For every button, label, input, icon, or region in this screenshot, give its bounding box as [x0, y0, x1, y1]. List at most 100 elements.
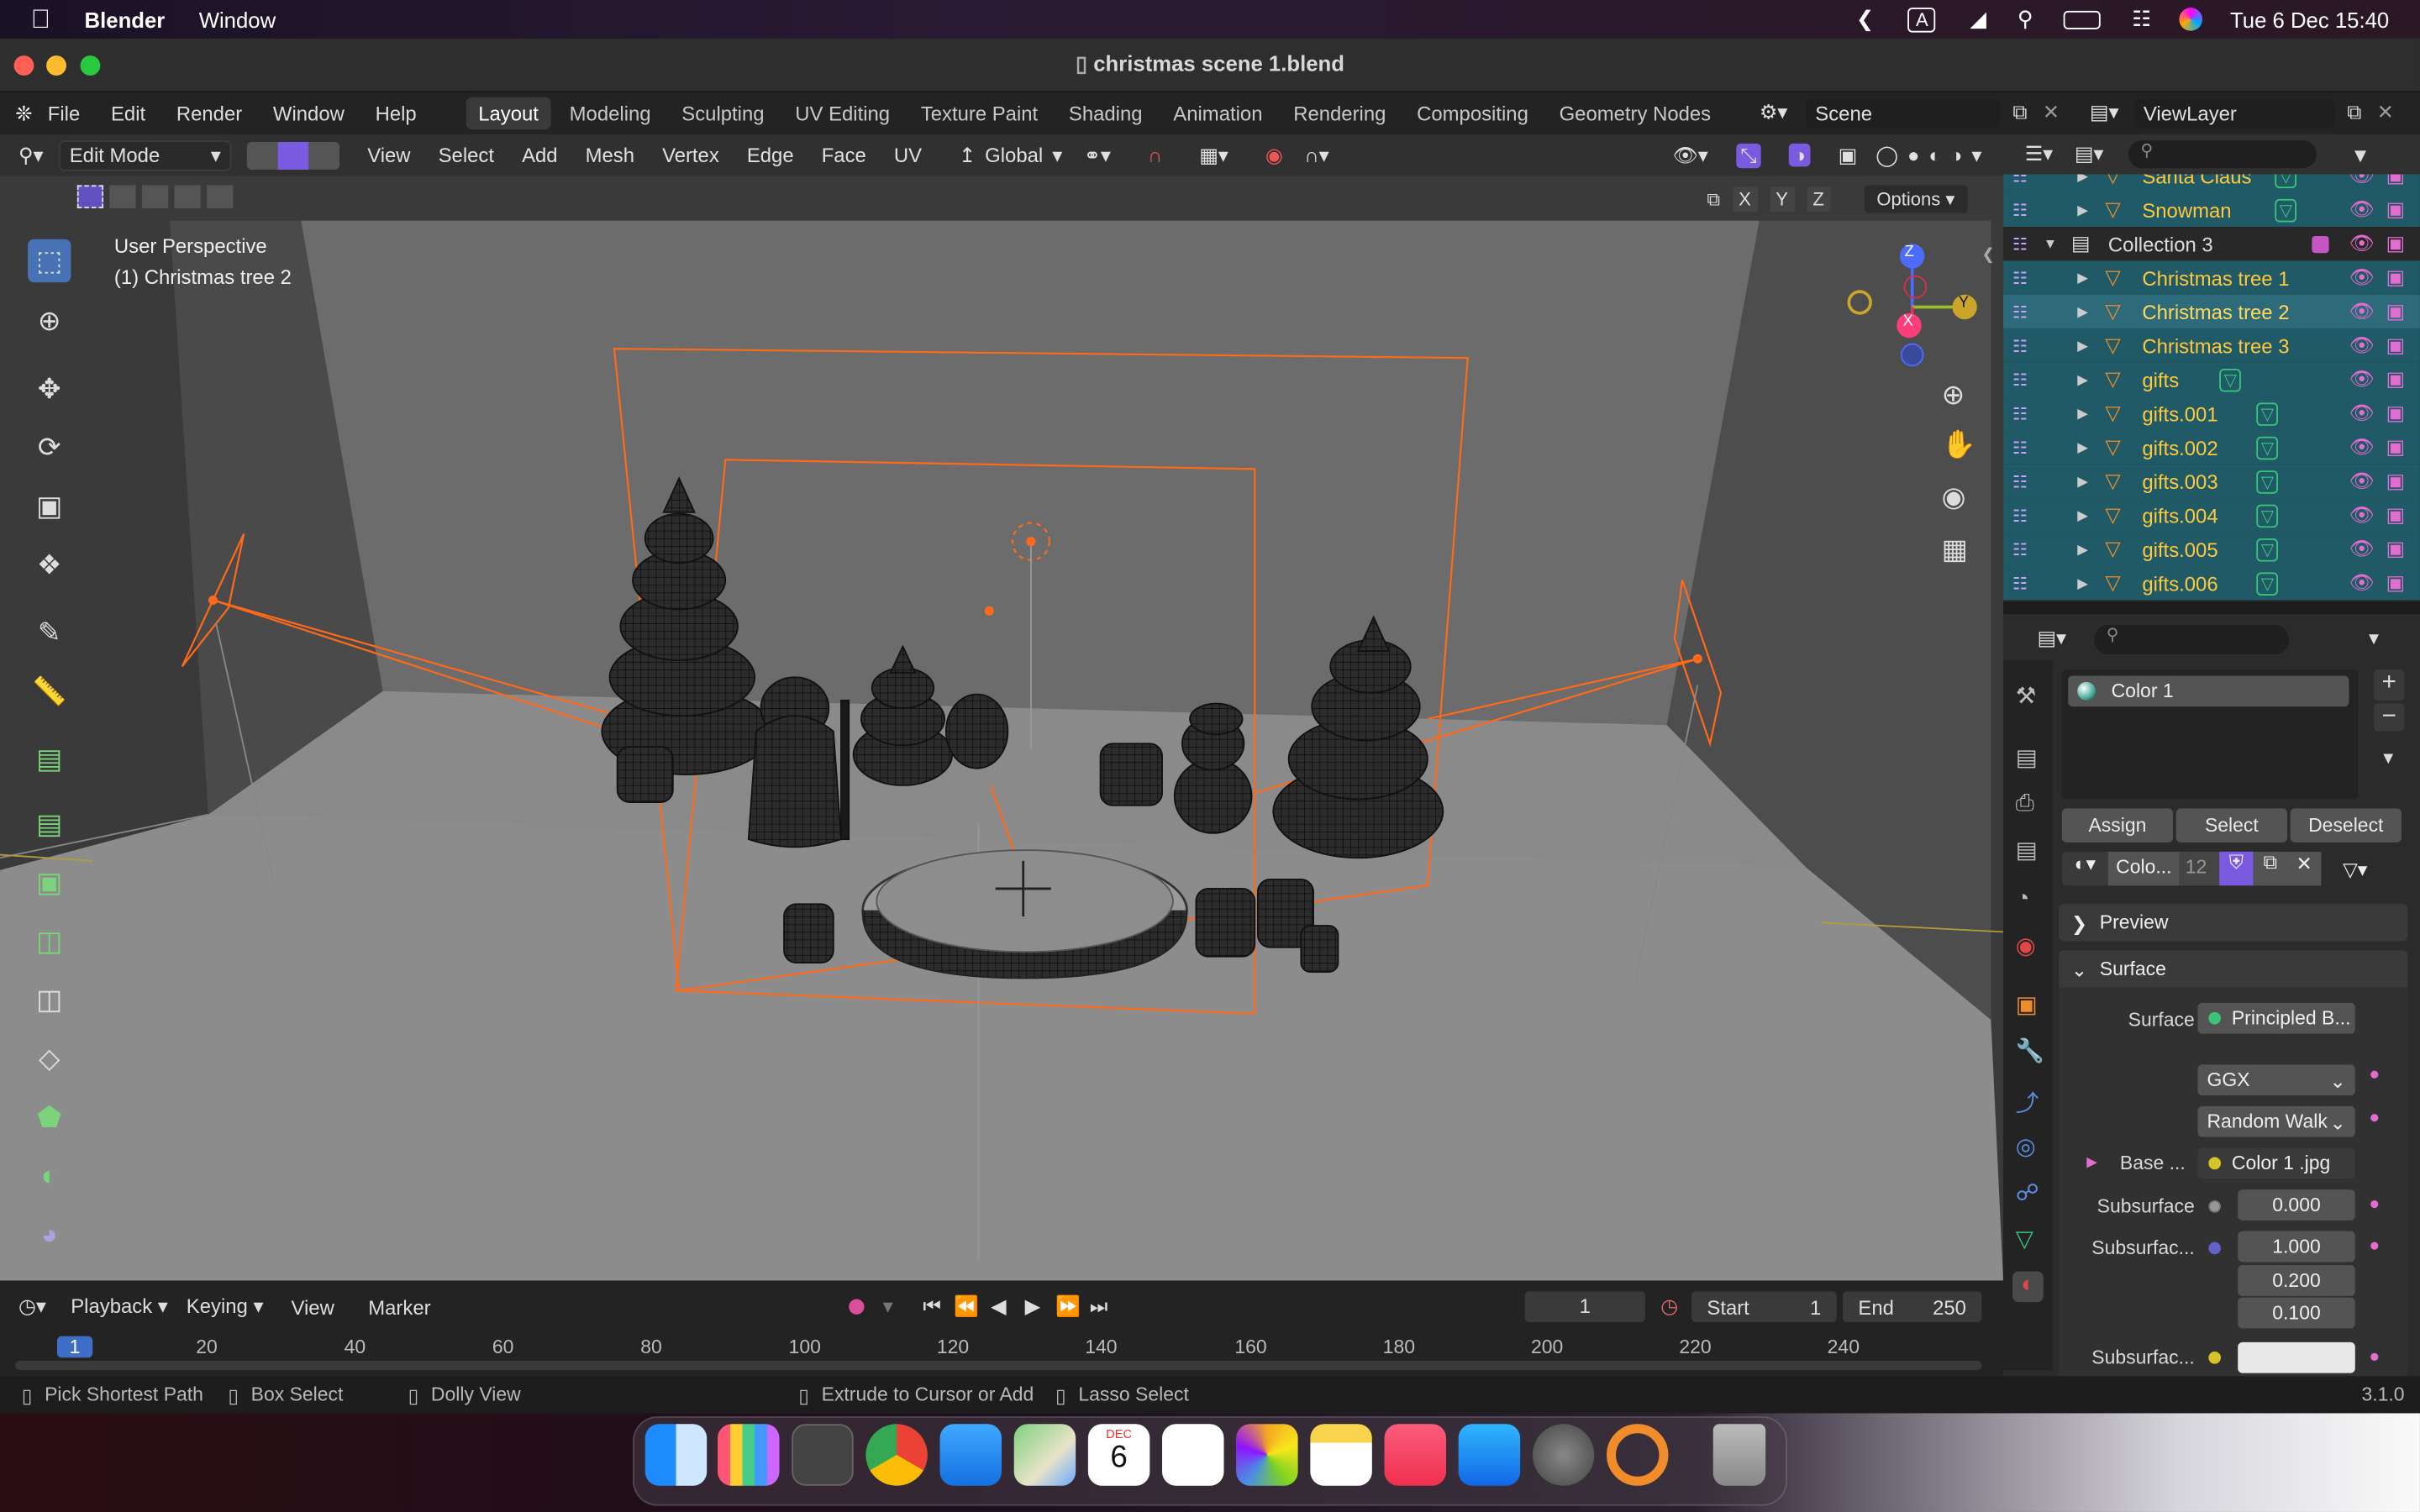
keyframe-dot-icon[interactable]: [2370, 1200, 2379, 1209]
scale-tool-icon[interactable]: ▣: [28, 485, 71, 528]
preview-range-icon[interactable]: ◷: [1660, 1294, 1678, 1319]
rotate-tool-icon[interactable]: ⟳: [28, 426, 71, 469]
filter-icon[interactable]: ▼: [2350, 143, 2370, 166]
outliner-row[interactable]: ☷ ▶ ▽ gifts.001 ▽ 👁 ▣: [2003, 396, 2420, 431]
outliner-row[interactable]: ☷ ▶ ▽ gifts.002 ▽ 👁 ▣: [2003, 430, 2420, 465]
app-menu-blender[interactable]: Blender: [85, 7, 166, 31]
toggle-ortho-icon[interactable]: ▦: [1942, 533, 1968, 566]
visibility-eye-icon[interactable]: 👁: [2349, 435, 2374, 459]
mode-dropdown[interactable]: Edit Mode ▾: [58, 139, 232, 171]
render-camera-icon[interactable]: ▣: [2386, 333, 2406, 358]
material-name-field[interactable]: Colo...: [2107, 851, 2180, 886]
outliner-row-label[interactable]: Collection 3: [2108, 232, 2213, 255]
transform-tool-icon[interactable]: ❖: [28, 543, 71, 586]
display-mode-icon[interactable]: ▤▾: [2075, 142, 2104, 166]
zoom-icon[interactable]: ⊕: [1942, 380, 1965, 412]
launchpad-icon[interactable]: [718, 1424, 780, 1486]
tool-tab-icon[interactable]: ⚒: [2016, 682, 2037, 710]
outliner-row[interactable]: ☷ ▶ ▽ gifts.006 ▽ 👁 ▣: [2003, 566, 2420, 601]
visibility-icon[interactable]: 👁▾: [1672, 143, 1707, 167]
keyframe-dot-icon[interactable]: [2370, 1070, 2379, 1079]
viewlayer-selector[interactable]: ▤▾ ViewLayer ⧉ ✕: [2090, 96, 2414, 129]
jump-keyframe-forward-icon[interactable]: ⏩: [1055, 1294, 1081, 1319]
material-datablock[interactable]: ◐▾ Colo... 12 ⛨ ⧉ ✕ ▽▾: [2061, 851, 2417, 886]
photos-icon[interactable]: [1236, 1424, 1298, 1486]
render-camera-icon[interactable]: ▣: [2386, 197, 2406, 222]
outliner-row[interactable]: ☷ ▶ ▽ gifts ▽ 👁 ▣: [2003, 362, 2420, 397]
render-camera-icon[interactable]: ▣: [2386, 503, 2406, 528]
snap-icon[interactable]: ∩: [1148, 144, 1162, 167]
select-intersect-icon[interactable]: [207, 185, 234, 208]
wireframe-shading-icon[interactable]: ◯: [1876, 143, 1898, 167]
menu-vertex[interactable]: Vertex: [662, 144, 719, 167]
pan-hand-icon[interactable]: ✋: [1942, 429, 1976, 462]
duplicate-material-icon[interactable]: ⧉: [2253, 851, 2287, 886]
mesh-data-icon[interactable]: ▽: [2219, 368, 2242, 391]
music-icon[interactable]: [1384, 1424, 1446, 1486]
blender-dock-icon[interactable]: [1607, 1424, 1669, 1486]
expand-arrow-icon[interactable]: ▶: [2077, 303, 2088, 320]
start-frame-field[interactable]: Start 1: [1691, 1291, 1837, 1323]
material-shading-icon[interactable]: ◐: [1928, 144, 1940, 167]
outliner-search-input[interactable]: ⚲: [2128, 140, 2317, 169]
outliner-editor-icon[interactable]: ☰▾: [2025, 142, 2053, 166]
outliner-row-label[interactable]: Christmas tree 2: [2142, 300, 2289, 323]
notes-icon[interactable]: [1310, 1424, 1372, 1486]
select-box-tool-icon[interactable]: ⬚: [28, 239, 71, 283]
options-dropdown[interactable]: Options ▾: [1864, 185, 1968, 213]
mesh-data-icon[interactable]: ▽: [2256, 538, 2279, 561]
remove-slot-button[interactable]: −: [2373, 703, 2405, 732]
timeline-ruler[interactable]: 1 20 40 60 80 100 120 140 160 180 200 220 240: [0, 1333, 2003, 1361]
control-center-icon[interactable]: ☷: [2132, 6, 2151, 32]
proportional-edit-icon[interactable]: ◉: [1265, 143, 1283, 167]
unlink-material-icon[interactable]: ✕: [2286, 851, 2322, 886]
expand-arrow-icon[interactable]: ▶: [2077, 405, 2088, 422]
pivot-icon[interactable]: ⚭▾: [1084, 143, 1111, 167]
visibility-eye-icon[interactable]: 👁: [2349, 469, 2374, 493]
distribution-dropdown[interactable]: GGX ⌄: [2197, 1064, 2355, 1096]
app-store-icon[interactable]: [1458, 1424, 1521, 1486]
expand-arrow-icon[interactable]: ▶: [2077, 371, 2088, 388]
play-icon[interactable]: ▶: [1025, 1294, 1040, 1319]
play-reverse-icon[interactable]: ◀: [991, 1294, 1006, 1319]
blender-logo-icon[interactable]: ❊: [15, 101, 32, 125]
surface-panel-header[interactable]: ⌄ Surface: [2059, 950, 2408, 988]
subsurface-method-dropdown[interactable]: Random Walk ⌄: [2197, 1105, 2355, 1137]
particles-tab-icon[interactable]: ⤴: [2016, 1086, 2039, 1119]
subsurface-radius-z[interactable]: 0.100: [2238, 1297, 2355, 1329]
poly-build-tool-icon[interactable]: ⬟: [28, 1095, 71, 1138]
outliner-row-label[interactable]: gifts.006: [2142, 571, 2217, 595]
visibility-eye-icon[interactable]: 👁: [2349, 503, 2374, 528]
tab-layout[interactable]: Layout: [466, 97, 551, 130]
menu-mesh[interactable]: Mesh: [586, 144, 634, 167]
subsurface-radius-y[interactable]: 0.200: [2238, 1265, 2355, 1296]
input-source-icon[interactable]: A: [1907, 7, 1936, 32]
render-camera-icon[interactable]: ▣: [2386, 299, 2406, 323]
object-tab-icon[interactable]: ▣: [2016, 990, 2038, 1018]
mesh-data-icon[interactable]: ▽: [2256, 435, 2279, 459]
expand-arrow-icon[interactable]: ▶: [2077, 337, 2088, 354]
assign-button[interactable]: Assign: [2061, 808, 2174, 843]
world-tab-icon[interactable]: ◉: [2016, 932, 2036, 959]
measure-tool-icon[interactable]: 📏: [28, 669, 71, 712]
mirror-x-toggle[interactable]: X: [1732, 186, 1758, 212]
expand-arrow-icon[interactable]: ▶: [2077, 541, 2088, 558]
add-slot-button[interactable]: +: [2373, 669, 2405, 701]
smooth-tool-icon[interactable]: ◕: [28, 1213, 71, 1256]
outliner-row-label[interactable]: gifts.004: [2142, 504, 2217, 528]
render-camera-icon[interactable]: ▣: [2386, 232, 2406, 256]
menu-keying[interactable]: Keying ▾: [187, 1294, 264, 1319]
select-new-icon[interactable]: [76, 185, 104, 208]
annotate-tool-icon[interactable]: ✎: [28, 611, 71, 654]
menu-marker[interactable]: Marker: [368, 1295, 430, 1319]
menu-view[interactable]: View: [367, 144, 410, 167]
menu-playback[interactable]: Playback ▾: [71, 1294, 168, 1319]
visibility-eye-icon[interactable]: 👁: [2349, 299, 2374, 323]
rendered-shading-icon[interactable]: ◑: [1950, 144, 1962, 167]
chevron-left-icon[interactable]: ❮: [1856, 6, 1875, 32]
render-camera-icon[interactable]: ▣: [2386, 367, 2406, 391]
visibility-eye-icon[interactable]: 👁: [2349, 571, 2374, 596]
search-icon[interactable]: ⚲: [2018, 6, 2033, 32]
move-tool-icon[interactable]: ✥: [28, 367, 71, 410]
outliner[interactable]: ☰▾ ▤▾ ⚲ ▼ ☷ ▶ ▽ Santa Claus ▽ 👁 ▣ ☷ ▶ ▽ Snowman ▽ 👁 ▣…: [2003, 134, 2420, 602]
